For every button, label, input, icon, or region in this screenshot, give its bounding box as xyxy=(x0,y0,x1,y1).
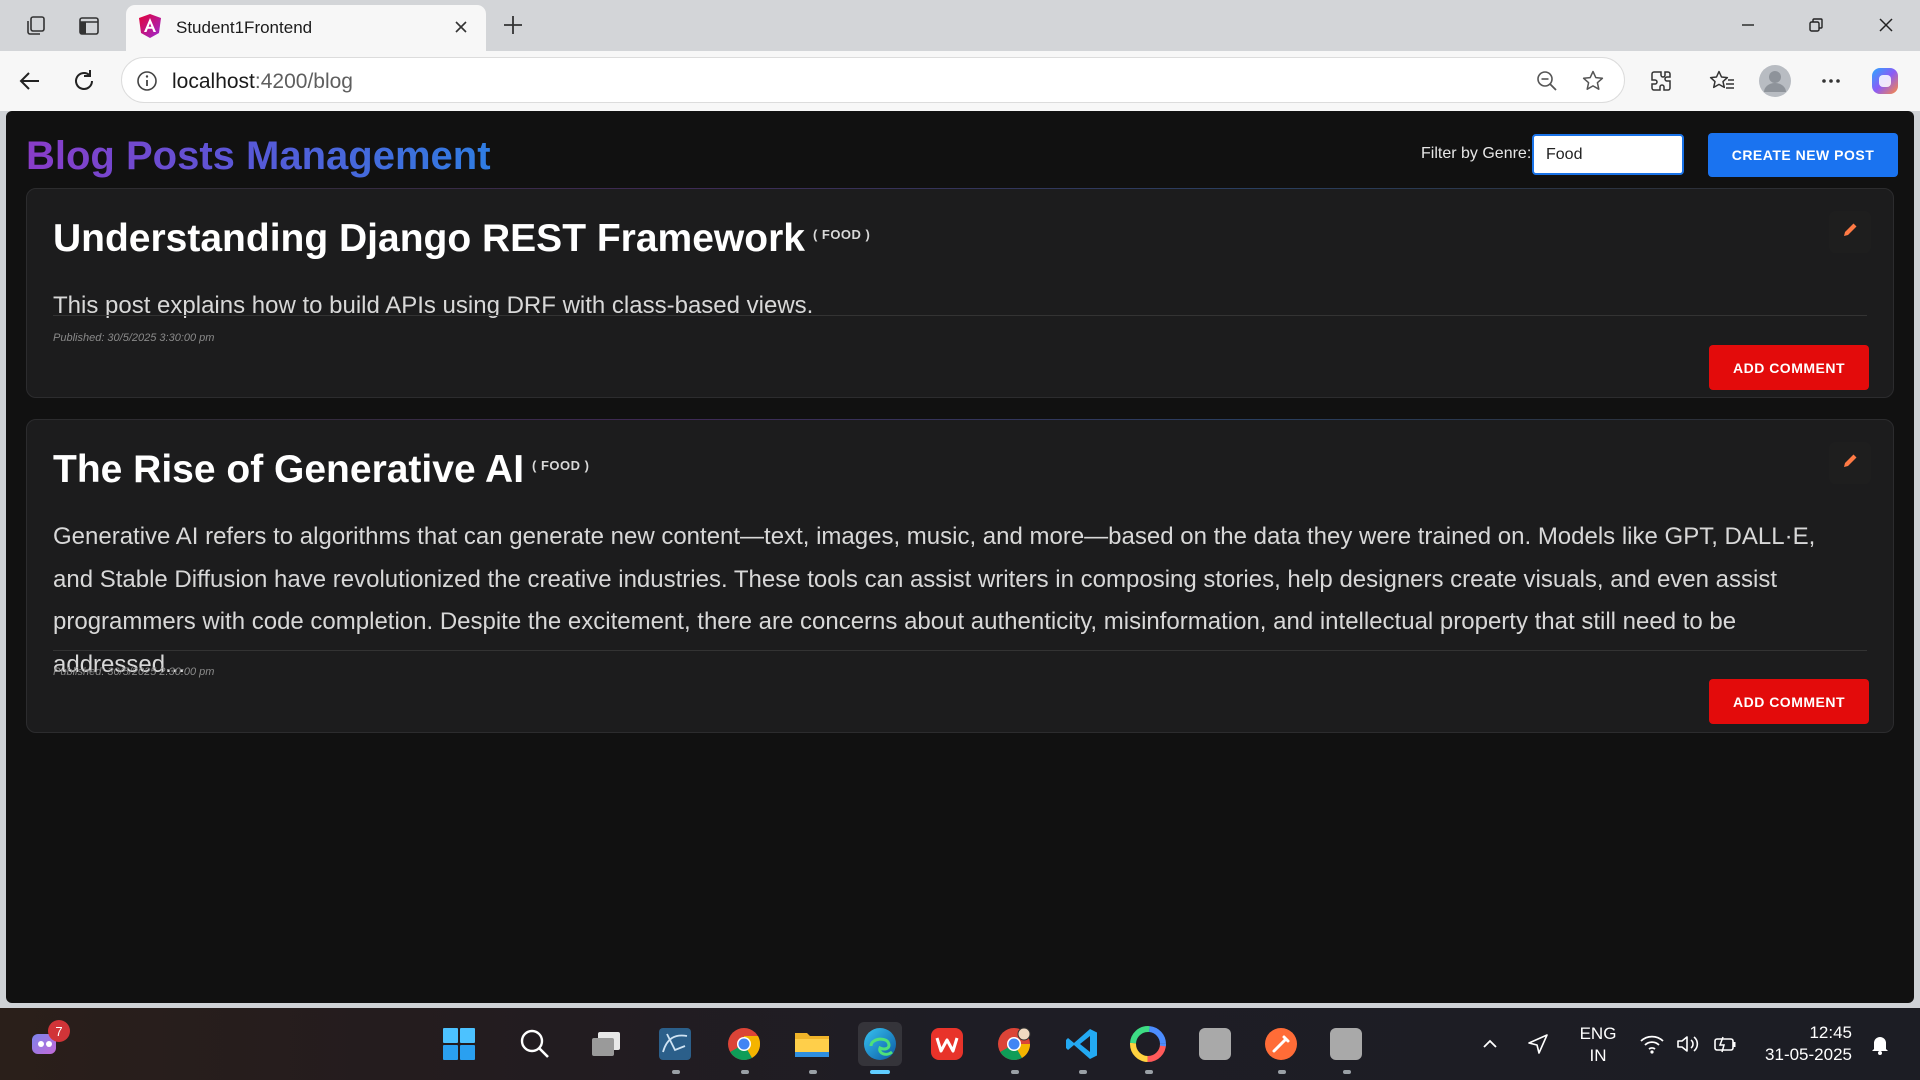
postman-icon[interactable] xyxy=(1259,1022,1303,1066)
vertical-tabs-icon[interactable] xyxy=(75,12,103,40)
notification-bell-icon[interactable] xyxy=(1858,1022,1902,1066)
windows-start-icon[interactable] xyxy=(437,1022,481,1066)
wps-office-icon[interactable] xyxy=(925,1022,969,1066)
running-indicator xyxy=(1343,1070,1351,1074)
windows-taskbar: 7 ENG IN 12:45 31-05-2025 xyxy=(0,1008,1920,1080)
clock[interactable]: 12:45 31-05-2025 xyxy=(1752,1022,1852,1066)
active-indicator xyxy=(870,1070,890,1074)
vscode-icon[interactable] xyxy=(1060,1022,1104,1066)
mysql-workbench-icon[interactable] xyxy=(653,1022,697,1066)
file-explorer-icon[interactable] xyxy=(790,1022,834,1066)
post-body: This post explains how to build APIs usi… xyxy=(53,292,814,319)
browser-toolbar: localhost:4200/blog xyxy=(0,51,1920,111)
browser-tab-bar: Student1Frontend xyxy=(0,0,1920,51)
close-window-icon[interactable] xyxy=(1856,8,1916,42)
edge-browser-icon[interactable] xyxy=(858,1022,902,1066)
post-title: The Rise of Generative AI( FOOD ) xyxy=(53,448,590,491)
page-title: Blog Posts Management xyxy=(26,134,491,178)
pencil-icon xyxy=(1841,452,1859,475)
more-options-icon[interactable] xyxy=(1814,64,1848,98)
post-published-date: Published: 30/5/2025 2:30:00 pm xyxy=(53,666,215,678)
filter-genre-input[interactable] xyxy=(1532,134,1684,175)
notification-badge: 7 xyxy=(48,1020,70,1042)
page-header: Blog Posts Management Filter by Genre: C… xyxy=(26,111,1898,199)
add-comment-button[interactable]: ADD COMMENT xyxy=(1709,679,1869,724)
active-tab[interactable]: Student1Frontend xyxy=(126,5,486,51)
pencil-icon xyxy=(1841,221,1859,244)
running-indicator xyxy=(1278,1070,1286,1074)
site-info-icon[interactable] xyxy=(134,68,160,94)
location-icon[interactable] xyxy=(1516,1022,1560,1066)
url-text: localhost:4200/blog xyxy=(172,70,353,93)
task-view-icon[interactable] xyxy=(584,1022,628,1066)
post-card: The Rise of Generative AI( FOOD ) Genera… xyxy=(26,419,1894,733)
language-indicator[interactable]: ENG IN xyxy=(1573,1023,1623,1067)
favorites-icon[interactable] xyxy=(1705,64,1739,98)
post-published-date: Published: 30/5/2025 3:30:00 pm xyxy=(53,332,215,344)
restore-icon[interactable] xyxy=(1786,8,1846,42)
running-indicator xyxy=(809,1070,817,1074)
search-icon[interactable] xyxy=(513,1022,557,1066)
running-indicator xyxy=(741,1070,749,1074)
copilot-icon[interactable] xyxy=(1868,64,1902,98)
angular-icon xyxy=(138,13,162,39)
zoom-out-icon[interactable] xyxy=(1534,68,1560,94)
edit-post-button[interactable] xyxy=(1829,211,1871,253)
chevron-up-icon[interactable] xyxy=(1468,1022,1512,1066)
edit-post-button[interactable] xyxy=(1829,442,1871,484)
filter-genre-label: Filter by Genre: xyxy=(1421,145,1532,162)
profile-avatar-icon[interactable] xyxy=(1758,64,1792,98)
chrome-profile-icon[interactable] xyxy=(992,1022,1036,1066)
post-body: Generative AI refers to algorithms that … xyxy=(53,523,1816,678)
running-indicator xyxy=(1145,1070,1153,1074)
post-genre: ( FOOD ) xyxy=(812,227,871,243)
app-page: Blog Posts Management Filter by Genre: C… xyxy=(6,111,1914,1003)
favorite-star-icon[interactable] xyxy=(1580,68,1606,94)
running-indicator xyxy=(1079,1070,1087,1074)
create-new-post-button[interactable]: CREATE NEW POST xyxy=(1708,133,1898,177)
app-placeholder-icon[interactable] xyxy=(1193,1022,1237,1066)
post-card: Understanding Django REST Framework( FOO… xyxy=(26,188,1894,398)
minimize-icon[interactable] xyxy=(1718,8,1778,42)
tab-title: Student1Frontend xyxy=(176,18,313,37)
post-divider xyxy=(53,650,1867,651)
battery-icon[interactable] xyxy=(1703,1022,1747,1066)
add-comment-button[interactable]: ADD COMMENT xyxy=(1709,345,1869,390)
extensions-icon[interactable] xyxy=(1644,64,1678,98)
running-indicator xyxy=(672,1070,680,1074)
back-arrow-icon[interactable] xyxy=(14,65,46,97)
refresh-icon[interactable] xyxy=(68,65,100,97)
post-divider xyxy=(53,315,1867,316)
post-title: Understanding Django REST Framework( FOO… xyxy=(53,217,871,260)
app-placeholder-icon[interactable] xyxy=(1324,1022,1368,1066)
running-indicator xyxy=(1011,1070,1019,1074)
close-tab-icon[interactable] xyxy=(448,14,474,40)
address-bar[interactable]: localhost:4200/blog xyxy=(121,57,1625,103)
photos-app-icon[interactable] xyxy=(1126,1022,1170,1066)
workspaces-icon[interactable] xyxy=(22,12,50,40)
chrome-icon[interactable] xyxy=(722,1022,766,1066)
post-genre: ( FOOD ) xyxy=(532,458,590,474)
new-tab-icon[interactable] xyxy=(498,10,528,40)
